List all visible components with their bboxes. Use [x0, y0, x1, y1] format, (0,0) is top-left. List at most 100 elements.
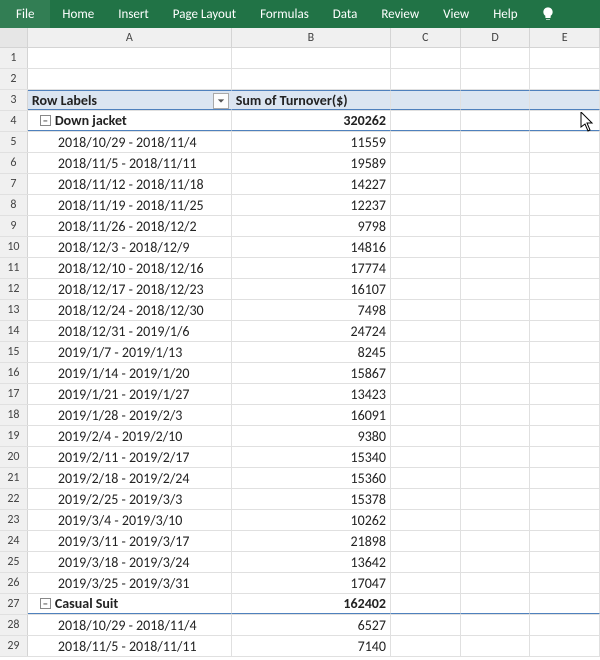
col-header-c[interactable]: C — [391, 28, 461, 47]
cell-c[interactable] — [391, 300, 461, 320]
cell-c[interactable] — [391, 531, 461, 551]
cell-e[interactable] — [530, 300, 600, 320]
cell-d[interactable] — [461, 195, 531, 215]
cell-b[interactable]: 320262 — [232, 111, 391, 131]
cell-a[interactable]: 2019/2/4 - 2019/2/10 — [28, 426, 232, 446]
cell-d[interactable] — [461, 573, 531, 593]
cell-e[interactable] — [530, 615, 600, 635]
row-header[interactable]: 3 — [0, 90, 28, 110]
cell-c[interactable] — [391, 468, 461, 488]
cell-d[interactable] — [461, 552, 531, 572]
col-header-a[interactable]: A — [28, 28, 232, 47]
cell-d[interactable] — [461, 447, 531, 467]
cell-e[interactable] — [530, 279, 600, 299]
cell-e[interactable] — [530, 237, 600, 257]
cell-b[interactable]: 24724 — [232, 321, 391, 341]
cell-b[interactable]: 11559 — [232, 132, 391, 152]
cell-b[interactable]: 10262 — [232, 510, 391, 530]
cell-d[interactable] — [461, 279, 531, 299]
cell-a[interactable]: 2019/1/14 - 2019/1/20 — [28, 363, 232, 383]
row-header[interactable]: 13 — [0, 300, 28, 320]
cell-c[interactable] — [391, 363, 461, 383]
cell-d[interactable] — [461, 300, 531, 320]
cell-c[interactable] — [391, 216, 461, 236]
cell-b[interactable]: 21898 — [232, 531, 391, 551]
cell-d[interactable] — [461, 510, 531, 530]
cell-e[interactable] — [530, 405, 600, 425]
cell-e[interactable] — [530, 153, 600, 173]
cell-d[interactable] — [461, 90, 531, 110]
cell-b[interactable]: 14816 — [232, 237, 391, 257]
cell-b[interactable]: 17047 — [232, 573, 391, 593]
cell-a[interactable]: 2019/3/11 - 2019/3/17 — [28, 531, 232, 551]
cell-e[interactable] — [530, 48, 600, 68]
tab-page-layout[interactable]: Page Layout — [161, 0, 248, 28]
row-header[interactable]: 29 — [0, 636, 28, 656]
cell-d[interactable] — [461, 111, 531, 131]
cell-a[interactable]: 2018/10/29 - 2018/11/4 — [28, 615, 232, 635]
cell-c[interactable] — [391, 615, 461, 635]
cell-a[interactable]: 2018/12/3 - 2018/12/9 — [28, 237, 232, 257]
cell-d[interactable] — [461, 468, 531, 488]
cell-b[interactable]: 7498 — [232, 300, 391, 320]
cell-d[interactable] — [461, 132, 531, 152]
cell-b[interactable]: 6527 — [232, 615, 391, 635]
cell-b[interactable]: 162402 — [232, 594, 391, 614]
cell-c[interactable] — [391, 321, 461, 341]
cell-c[interactable] — [391, 132, 461, 152]
cell-d[interactable] — [461, 615, 531, 635]
row-header[interactable]: 1 — [0, 48, 28, 68]
row-header[interactable]: 23 — [0, 510, 28, 530]
cell-c[interactable] — [391, 153, 461, 173]
cell-d[interactable] — [461, 258, 531, 278]
row-header[interactable]: 18 — [0, 405, 28, 425]
cell-c[interactable] — [391, 510, 461, 530]
cell-c[interactable] — [391, 636, 461, 656]
cell-b[interactable]: Sum of Turnover($) — [232, 90, 391, 110]
cell-c[interactable] — [391, 279, 461, 299]
row-header[interactable]: 28 — [0, 615, 28, 635]
cell-b[interactable] — [232, 48, 391, 68]
cell-d[interactable] — [461, 237, 531, 257]
cell-e[interactable] — [530, 174, 600, 194]
cell-d[interactable] — [461, 69, 531, 89]
cell-b[interactable]: 13642 — [232, 552, 391, 572]
cell-a[interactable]: 2019/1/21 - 2019/1/27 — [28, 384, 232, 404]
cell-a[interactable]: 2019/1/28 - 2019/2/3 — [28, 405, 232, 425]
cell-b[interactable]: 8245 — [232, 342, 391, 362]
row-header[interactable]: 5 — [0, 132, 28, 152]
cell-a[interactable]: 2019/3/18 - 2019/3/24 — [28, 552, 232, 572]
cell-e[interactable] — [530, 363, 600, 383]
collapse-button[interactable]: − — [40, 598, 51, 609]
cell-d[interactable] — [461, 174, 531, 194]
row-header[interactable]: 24 — [0, 531, 28, 551]
cell-d[interactable] — [461, 363, 531, 383]
cell-c[interactable] — [391, 195, 461, 215]
cell-b[interactable]: 7140 — [232, 636, 391, 656]
select-all-corner[interactable] — [0, 28, 28, 47]
cell-b[interactable] — [232, 69, 391, 89]
row-header[interactable]: 8 — [0, 195, 28, 215]
cell-b[interactable]: 14227 — [232, 174, 391, 194]
cell-c[interactable] — [391, 426, 461, 446]
cell-e[interactable] — [530, 636, 600, 656]
cell-e[interactable] — [530, 90, 600, 110]
row-header[interactable]: 16 — [0, 363, 28, 383]
cell-a[interactable]: −Down jacket — [28, 111, 232, 131]
cell-a[interactable]: 2018/12/24 - 2018/12/30 — [28, 300, 232, 320]
cell-b[interactable]: 12237 — [232, 195, 391, 215]
cell-e[interactable] — [530, 258, 600, 278]
row-header[interactable]: 15 — [0, 342, 28, 362]
cell-c[interactable] — [391, 342, 461, 362]
cell-a[interactable]: 2018/12/31 - 2019/1/6 — [28, 321, 232, 341]
cell-a[interactable]: 2018/12/17 - 2018/12/23 — [28, 279, 232, 299]
cell-d[interactable] — [461, 405, 531, 425]
row-header[interactable]: 9 — [0, 216, 28, 236]
cell-d[interactable] — [461, 489, 531, 509]
cell-d[interactable] — [461, 594, 531, 614]
cell-c[interactable] — [391, 552, 461, 572]
cell-c[interactable] — [391, 384, 461, 404]
tab-view[interactable]: View — [431, 0, 481, 28]
row-header[interactable]: 12 — [0, 279, 28, 299]
cell-a[interactable] — [28, 69, 232, 89]
